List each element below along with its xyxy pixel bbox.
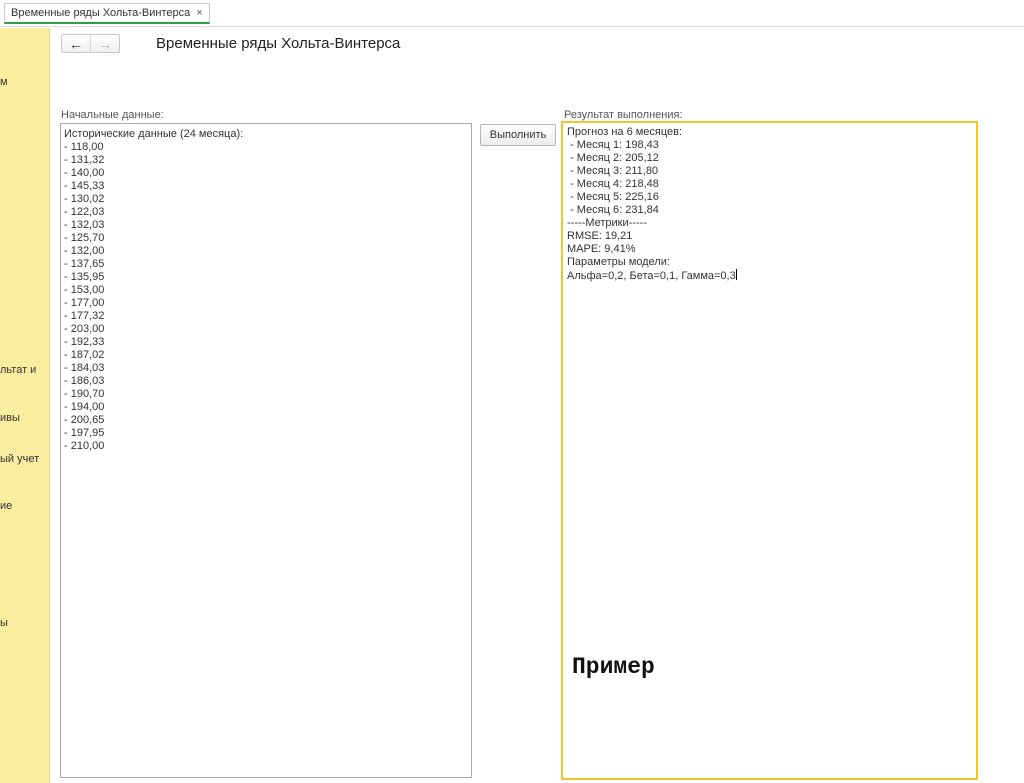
input-value-line: - 130,02 [64, 193, 105, 205]
output-line: Прогноз на 6 месяцев: [567, 126, 683, 138]
input-value-line: - 153,00 [64, 284, 105, 296]
input-values: - 118,00- 131,32- 140,00- 145,33- 130,02… [64, 141, 468, 453]
tab-title: Временные ряды Хольта-Винтерса [11, 7, 191, 19]
input-value-line: - 203,00 [64, 323, 105, 335]
run-button[interactable]: Выполнить [480, 124, 556, 146]
sidebar-item[interactable]: льтат и [0, 364, 36, 376]
sidebar: м льтат и ивы ый учет ие ы [0, 28, 50, 783]
output-line: - Месяц 3: 211,80 [567, 165, 659, 177]
input-value-line: - 140,00 [64, 167, 105, 179]
output-line: RMSE: 19,21 [567, 230, 633, 242]
tab-close-icon[interactable]: × [196, 7, 202, 19]
input-value-line: - 200,65 [64, 414, 105, 426]
input-textarea[interactable]: Исторические данные (24 месяца): - 118,0… [60, 123, 472, 778]
input-value-line: - 190,70 [64, 388, 105, 400]
input-value-line: - 210,00 [64, 440, 105, 452]
input-value-line: - 177,00 [64, 297, 105, 309]
sidebar-item[interactable]: ый учет [0, 453, 39, 465]
input-value-line: - 137,65 [64, 258, 105, 270]
input-value-line: - 135,95 [64, 271, 105, 283]
input-value-line: - 192,33 [64, 336, 105, 348]
output-lines: Прогноз на 6 месяцев: - Месяц 1: 198,43 … [567, 126, 972, 282]
input-value-line: - 194,00 [64, 401, 105, 413]
input-value-line: - 184,03 [64, 362, 105, 374]
output-line: - Месяц 2: 205,12 [567, 152, 659, 164]
back-arrow-icon[interactable]: ← [62, 35, 91, 52]
input-value-line: - 187,02 [64, 349, 105, 361]
output-line: Альфа=0,2, Бета=0,1, Гамма=0,3 [567, 269, 737, 282]
text-cursor [735, 269, 737, 280]
input-value-line: - 132,03 [64, 219, 105, 231]
output-line: - Месяц 1: 198,43 [567, 139, 659, 151]
tab-holt-winters[interactable]: Временные ряды Хольта-Винтерса × [4, 3, 210, 24]
sidebar-item[interactable]: ие [0, 500, 12, 512]
sidebar-item[interactable]: ы [0, 617, 8, 629]
input-header: Исторические данные (24 месяца): [64, 128, 244, 140]
output-textarea[interactable]: Прогноз на 6 месяцев: - Месяц 1: 198,43 … [561, 121, 978, 780]
input-value-line: - 177,32 [64, 310, 105, 322]
page-title: Временные ряды Хольта-Винтерса [156, 35, 401, 52]
sidebar-item[interactable]: м [0, 76, 8, 88]
input-value-line: - 131,32 [64, 154, 105, 166]
input-value-line: - 197,95 [64, 427, 105, 439]
output-label: Результат выполнения: [564, 109, 683, 121]
input-value-line: - 186,03 [64, 375, 105, 387]
forward-arrow-icon[interactable]: → [91, 35, 119, 52]
output-line: - Месяц 4: 218,48 [567, 178, 659, 190]
input-value-line: - 132,00 [64, 245, 105, 257]
tab-bar: Временные ряды Хольта-Винтерса × [0, 0, 1024, 27]
output-line: MAPE: 9,41% [567, 243, 636, 255]
input-value-line: - 118,00 [64, 141, 104, 153]
output-line: - Месяц 5: 225,16 [567, 191, 659, 203]
watermark-text: Пример [572, 654, 655, 680]
output-line: Параметры модели: [567, 256, 670, 268]
input-value-line: - 122,03 [64, 206, 105, 218]
output-line: -----Метрики----- [567, 217, 647, 229]
sidebar-item[interactable]: ивы [0, 412, 20, 424]
input-value-line: - 145,33 [64, 180, 105, 192]
input-value-line: - 125,70 [64, 232, 105, 244]
output-line: - Месяц 6: 231,84 [567, 204, 659, 216]
nav-buttons: ← → [61, 34, 120, 53]
input-label: Начальные данные: [61, 109, 164, 121]
